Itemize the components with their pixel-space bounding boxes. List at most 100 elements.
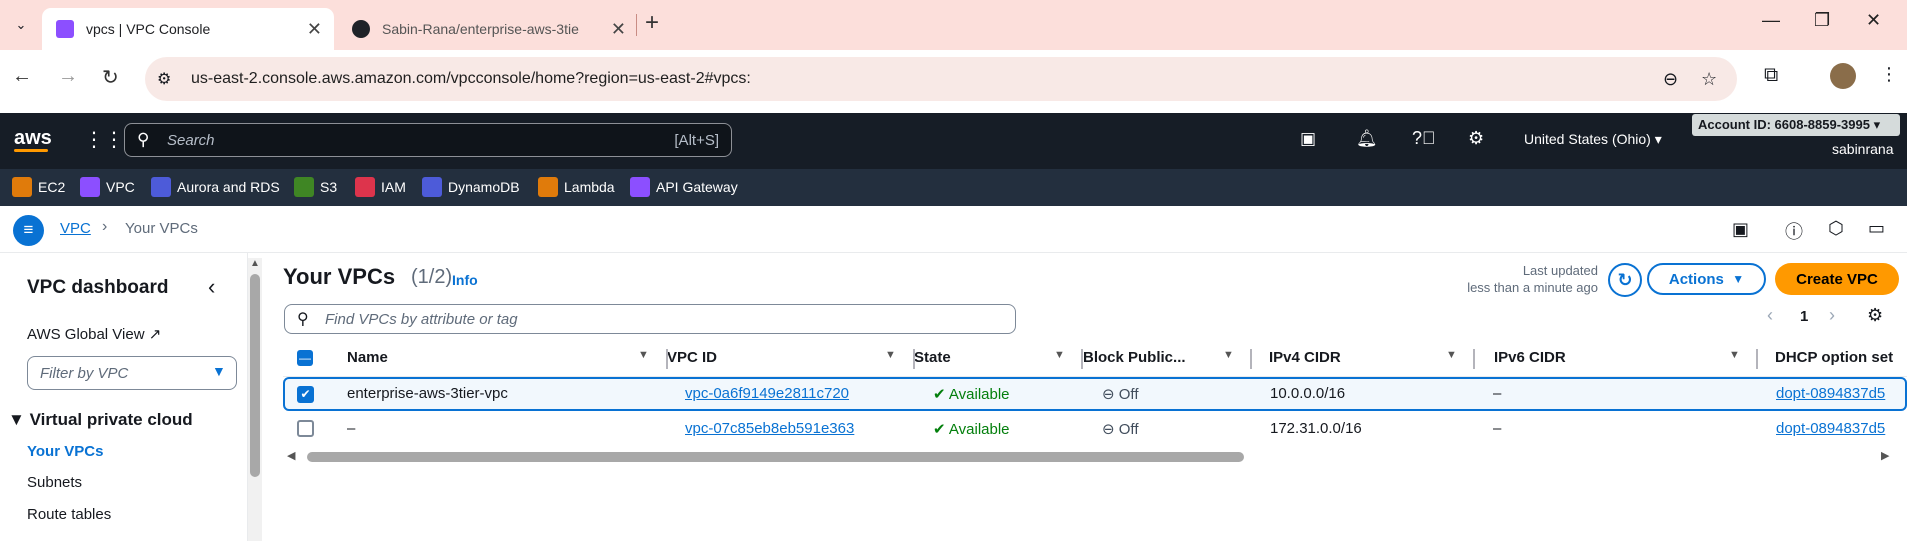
sort-icon[interactable]: ▼ [1223,349,1234,361]
cell-vpc-id-link[interactable]: vpc-0a6f9149e2811c720 [685,385,849,402]
row-checkbox-checked[interactable]: ✔ [297,386,314,403]
column-divider[interactable] [1473,349,1475,369]
account-id-badge[interactable]: Account ID: 6608-8859-3995 ▾ [1692,114,1900,136]
feedback-icon[interactable]: ▭ [1868,218,1885,239]
sidebar-item-route-tables[interactable]: Route tables [27,506,111,523]
filter-by-vpc-select[interactable]: Filter by VPC ▼ [27,356,237,390]
browser-tab-github[interactable]: Sabin-Rana/enterprise-aws-3tie ✕ [346,8,638,50]
sort-icon[interactable]: ▼ [1446,349,1457,361]
settings-hexagon-icon[interactable]: ⬡ [1828,218,1844,239]
column-header-block-public[interactable]: Block Public... [1083,349,1186,366]
create-vpc-button[interactable]: Create VPC [1775,263,1899,295]
favorite-iam[interactable]: IAM [355,177,406,197]
current-page-number[interactable]: 1 [1800,308,1808,325]
sort-icon[interactable]: ▼ [1054,349,1065,361]
favorite-lambda[interactable]: Lambda [538,177,615,197]
zoom-icon[interactable]: ⊖ [1663,69,1678,90]
new-tab-button[interactable]: + [645,9,659,37]
close-tab-icon[interactable]: ✕ [307,19,322,40]
cell-vpc-id-link[interactable]: vpc-07c85eb8eb591e363 [685,420,854,437]
close-tab-icon[interactable]: ✕ [611,19,626,40]
breadcrumb-separator-icon: › [102,218,108,235]
actions-button[interactable]: Actions ▼ [1647,263,1766,295]
favorite-ec2[interactable]: EC2 [12,177,65,197]
table-row[interactable]: ✔ enterprise-aws-3tier-vpc vpc-0a6f9149e… [283,377,1907,411]
sort-icon[interactable]: ▼ [1729,349,1740,361]
username[interactable]: sabinrana [1832,141,1894,157]
back-button[interactable]: ← [12,65,32,88]
address-bar[interactable]: ⚙ us-east-2.console.aws.amazon.com/vpcco… [145,57,1737,101]
sidebar-section-vpc[interactable]: ▼ Virtual private cloud [8,410,193,430]
sort-icon[interactable]: ▼ [885,349,896,361]
collapse-sidebar-icon[interactable]: ‹ [208,274,215,300]
reload-button[interactable]: ↻ [102,65,119,90]
column-header-name[interactable]: Name [347,349,388,366]
restore-window-button[interactable]: ❐ [1814,10,1830,31]
favorite-dynamodb[interactable]: DynamoDB [422,177,520,197]
column-divider[interactable] [1756,349,1758,369]
favorite-s3[interactable]: S3 [294,177,337,197]
close-window-button[interactable]: ✕ [1866,10,1881,31]
scroll-up-icon[interactable]: ▲ [250,258,260,269]
column-header-ipv6-cidr[interactable]: IPv6 CIDR [1494,349,1566,366]
column-header-ipv4-cidr[interactable]: IPv4 CIDR [1269,349,1341,366]
minimize-window-button[interactable]: — [1762,10,1780,31]
sidebar-scrollbar[interactable]: ▲ [248,258,262,541]
table-horizontal-scrollbar[interactable]: ◀ ▶ [287,449,1894,465]
horizontal-scroll-thumb[interactable] [307,452,1244,462]
favorite-api-gateway[interactable]: API Gateway [630,177,738,197]
region-selector[interactable]: United States (Ohio) ▾ [1524,131,1662,148]
next-page-icon[interactable]: › [1829,305,1835,326]
settings-gear-icon[interactable]: ⚙ [1468,128,1484,149]
column-divider[interactable] [913,349,915,369]
column-divider[interactable] [1250,349,1252,369]
help-icon[interactable]: ?⃝ [1412,128,1436,149]
region-label: United States (Ohio) [1524,131,1651,147]
info-icon[interactable]: ⓘ [1785,218,1803,244]
notifications-bell-icon[interactable]: 🔔︎ [1356,129,1378,149]
cloudshell-icon[interactable]: ▣ [1300,129,1316,149]
favorite-aurora-rds[interactable]: Aurora and RDS [151,177,280,197]
menu-hamburger-icon[interactable]: ≡ [13,215,44,246]
browser-tab-vpc-console[interactable]: vpcs | VPC Console ✕ [42,8,334,50]
filter-placeholder: Filter by VPC [40,365,129,382]
favorites-bar: EC2 VPC Aurora and RDS S3 IAM DynamoDB L… [0,169,1907,206]
scroll-left-icon[interactable]: ◀ [287,449,295,462]
profile-avatar[interactable] [1830,63,1856,89]
table-row[interactable]: – vpc-07c85eb8eb591e363 ✔ Available ⊖ Of… [283,412,1907,446]
previous-page-icon[interactable]: ‹ [1767,305,1773,326]
table-preferences-gear-icon[interactable]: ⚙ [1867,305,1883,326]
column-divider[interactable] [1081,349,1083,369]
sort-icon[interactable]: ▼ [638,349,649,361]
column-header-state[interactable]: State [914,349,951,366]
refresh-button[interactable]: ↻ [1608,263,1642,297]
split-panel-icon[interactable]: ▣ [1732,219,1749,240]
sidebar-global-view-link[interactable]: AWS Global View ↗ [27,325,161,343]
breadcrumb-vpc-link[interactable]: VPC [60,220,91,237]
cell-dhcp-link[interactable]: dopt-0894837d5 [1776,420,1885,437]
sidebar-item-your-vpcs[interactable]: Your VPCs [27,443,103,460]
column-header-dhcp-option-set[interactable]: DHCP option set [1775,349,1893,366]
cell-dhcp-link[interactable]: dopt-0894837d5 [1776,385,1885,402]
favorite-vpc[interactable]: VPC [80,177,135,197]
browser-menu-icon[interactable]: ⋮ [1880,64,1898,85]
url-text[interactable]: us-east-2.console.aws.amazon.com/vpccons… [191,70,751,88]
row-checkbox[interactable] [297,420,314,437]
find-vpcs-input[interactable]: ⚲ Find VPCs by attribute or tag [284,304,1016,334]
account-id: Account ID: 6608-8859-3995 [1698,117,1870,132]
forward-button[interactable]: → [58,65,78,88]
aws-logo[interactable]: aws [14,127,52,150]
sidebar-scroll-thumb[interactable] [250,274,260,477]
column-header-vpc-id[interactable]: VPC ID [667,349,717,366]
cell-block-public: ⊖ Off [1102,420,1138,438]
extensions-icon[interactable]: ⧉ [1764,64,1778,87]
sidebar-item-subnets[interactable]: Subnets [27,474,82,491]
bookmark-star-icon[interactable]: ☆ [1701,69,1717,90]
info-link[interactable]: Info [452,272,478,288]
select-all-checkbox[interactable]: — [297,350,313,366]
tab-search-button[interactable]: ⌄ [10,14,32,36]
aws-search-input[interactable]: ⚲ Search [Alt+S] [124,123,732,157]
column-divider[interactable] [666,349,668,369]
site-info-icon[interactable]: ⚙ [157,69,171,89]
scroll-right-icon[interactable]: ▶ [1881,449,1889,462]
